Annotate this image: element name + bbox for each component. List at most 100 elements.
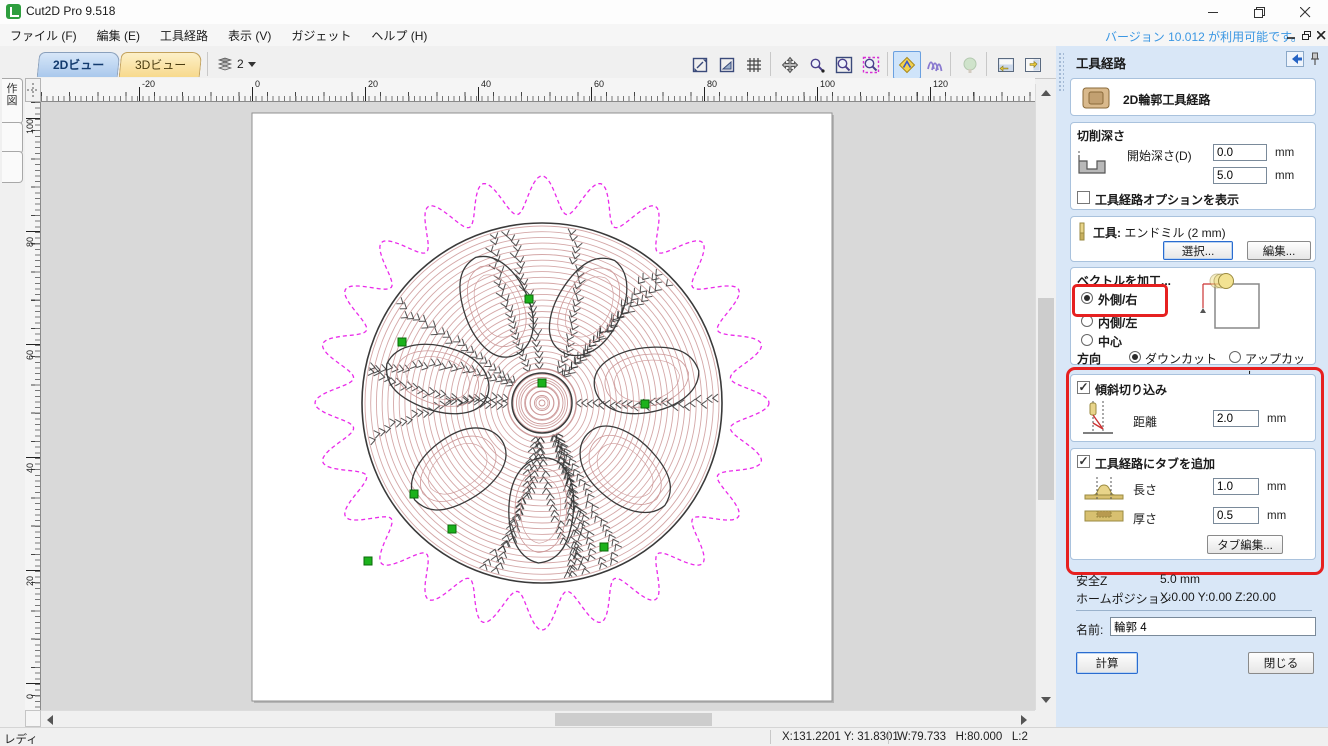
panel-grip[interactable] <box>1058 52 1064 92</box>
view-tab-3d[interactable]: 3Dビュー <box>119 52 203 77</box>
ramp-distance-label: 距離 <box>1133 413 1157 430</box>
ruler-label: 120 <box>933 79 948 89</box>
layout-docked-icon[interactable] <box>1019 51 1047 79</box>
scroll-down-icon[interactable] <box>1041 697 1051 703</box>
ruler-label: 40 <box>25 463 35 473</box>
toolpath-start-marker <box>600 543 608 551</box>
start-depth-input[interactable] <box>1213 144 1267 161</box>
tab-thickness-input[interactable] <box>1213 507 1259 524</box>
ruler-label: 60 <box>25 350 35 360</box>
menu-item-2[interactable]: 工具経路 <box>150 24 218 47</box>
scroll-up-icon[interactable] <box>1041 90 1051 96</box>
layer-count: 2 <box>237 57 244 71</box>
mdi-minimize-icon[interactable] <box>1285 29 1298 42</box>
menu-item-5[interactable]: ヘルプ (H) <box>361 24 437 47</box>
panel-pin-icon[interactable] <box>1309 51 1321 70</box>
toolpath-start-marker <box>538 379 546 387</box>
ramp-group: ✓ 傾斜切り込み 距離 mm <box>1070 374 1316 442</box>
toggle-2d-toolpath-icon[interactable] <box>893 51 921 79</box>
flyout-tab-2[interactable] <box>2 122 23 154</box>
profile-toolpath-icon <box>1081 84 1111 112</box>
restore-icon[interactable] <box>1236 0 1282 24</box>
flyout-tab-3[interactable] <box>2 151 23 183</box>
view-tab-label: 3Dビュー <box>135 53 186 77</box>
menu-item-1[interactable]: 編集 (E) <box>87 24 150 47</box>
menu-item-4[interactable]: ガジェット <box>281 24 361 47</box>
tool-edit-button[interactable]: 編集... <box>1247 241 1311 260</box>
inside-left-radio[interactable] <box>1081 315 1093 327</box>
vertical-scrollbar[interactable] <box>1035 84 1055 710</box>
toolpath-start-marker <box>525 295 533 303</box>
zoom-to-drawing-icon[interactable] <box>713 51 741 79</box>
inside-left-label: 内側/左 <box>1098 314 1137 331</box>
toolpath-name-label: 名前: <box>1076 621 1103 638</box>
mdi-restore-icon[interactable] <box>1300 29 1313 42</box>
panel-separator <box>1076 610 1312 611</box>
add-tabs-label: 工具経路にタブを追加 <box>1095 455 1215 472</box>
layout-tabbed-icon[interactable] <box>992 51 1020 79</box>
status-selection-size: W:79.733 H:80.000 L:2 <box>897 731 1028 743</box>
horizontal-scroll-thumb[interactable] <box>555 713 712 726</box>
add-tabs-checkbox[interactable]: ✓ <box>1077 455 1090 468</box>
scroll-right-icon[interactable] <box>1021 715 1027 725</box>
ruler-label: 40 <box>481 79 491 89</box>
ramp-distance-input[interactable] <box>1213 410 1259 427</box>
mdi-close-icon[interactable] <box>1315 29 1328 42</box>
toggle-solid-toolpath-icon[interactable] <box>920 51 948 79</box>
toolbar-separator <box>887 52 888 76</box>
panel-dock-icon[interactable] <box>1286 51 1304 70</box>
horizontal-scrollbar[interactable] <box>41 710 1035 727</box>
home-position-label: ホームポジション <box>1076 590 1172 607</box>
center-label: 中心 <box>1098 333 1122 350</box>
cut-depth-input[interactable] <box>1213 167 1267 184</box>
close-icon[interactable] <box>1282 0 1328 24</box>
show-options-label: 工具経路オプションを表示 <box>1095 191 1239 208</box>
ruler-label: 80 <box>707 79 717 89</box>
calculate-button[interactable]: 計算 <box>1076 652 1138 674</box>
cut-depth-icon <box>1075 147 1109 181</box>
snap-grid-icon[interactable] <box>740 51 768 79</box>
show-options-checkbox[interactable] <box>1077 191 1090 204</box>
center-radio[interactable] <box>1081 334 1093 346</box>
ramp-checkbox[interactable]: ✓ <box>1077 381 1090 394</box>
window-title: Cut2D Pro 9.518 <box>26 4 115 18</box>
downcut-radio[interactable] <box>1129 351 1141 363</box>
menu-item-3[interactable]: 表示 (V) <box>218 24 281 47</box>
zoom-to-fit-icon[interactable] <box>686 51 714 79</box>
zoom-window-icon[interactable] <box>830 51 858 79</box>
drawing-tab-label: 作図 <box>7 83 18 107</box>
tab-thickness-label: 厚さ <box>1133 510 1157 527</box>
outside-right-label: 外側/右 <box>1098 291 1137 308</box>
drawing-canvas[interactable] <box>41 102 1035 710</box>
tab-length-input[interactable] <box>1213 478 1259 495</box>
vertical-scroll-thumb[interactable] <box>1038 298 1054 500</box>
close-panel-button[interactable]: 閉じる <box>1248 652 1314 674</box>
layer-selector[interactable]: 2 <box>216 52 256 76</box>
scroll-left-icon[interactable] <box>47 715 53 725</box>
upcut-radio[interactable] <box>1229 351 1241 363</box>
ruler-origin-button[interactable] <box>25 78 41 102</box>
endmill-icon <box>1077 222 1087 242</box>
tabs-group: ✓ 工具経路にタブを追加 長さ mm 厚さ mm タブ編集... <box>1070 448 1316 560</box>
outside-right-radio[interactable] <box>1081 292 1093 304</box>
panel-title: 工具経路 <box>1076 53 1126 72</box>
toolbar-separator <box>207 52 208 76</box>
toolbar-separator <box>986 52 987 76</box>
drawing-flyout-tab[interactable]: 作図 <box>2 78 23 124</box>
toolpath-name-input[interactable] <box>1110 617 1316 636</box>
tab-length-label: 長さ <box>1133 481 1157 498</box>
view-tab-2d[interactable]: 2Dビュー <box>37 52 121 77</box>
preview-toolpaths-icon <box>956 51 984 79</box>
minimize-icon[interactable] <box>1190 0 1236 24</box>
zoom-to-selection-icon[interactable] <box>857 51 885 79</box>
pan-icon[interactable] <box>776 51 804 79</box>
zoom-interactive-icon[interactable] <box>803 51 831 79</box>
menu-item-0[interactable]: ファイル (F) <box>0 24 87 47</box>
tool-select-button[interactable]: 選択... <box>1163 241 1233 260</box>
edit-tabs-button[interactable]: タブ編集... <box>1207 535 1283 554</box>
ruler-vertical: 100806040200 <box>25 102 41 710</box>
scrollbar-corner <box>25 710 41 727</box>
toolpath-drawing <box>41 102 1035 710</box>
home-position-value: X:0.00 Y:0.00 Z:20.00 <box>1160 590 1276 604</box>
version-update-link[interactable]: バージョン 10.012 が利用可能です。 <box>1105 28 1303 45</box>
